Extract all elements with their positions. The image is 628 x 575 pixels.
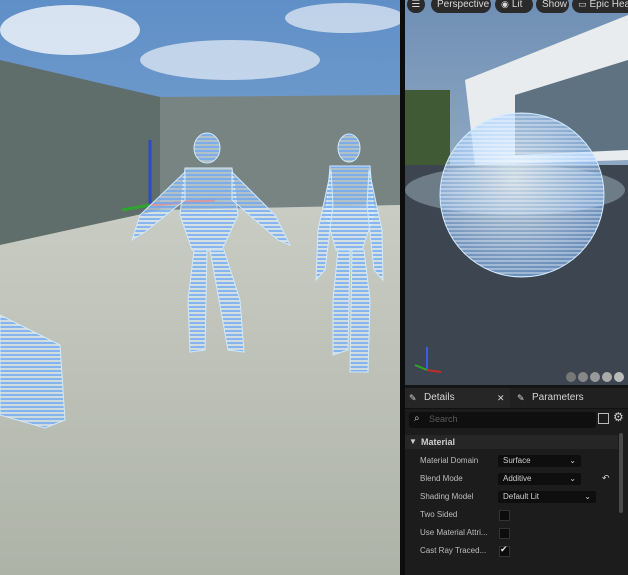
perspective-button[interactable]: Perspective <box>431 0 491 13</box>
preview-scene <box>405 0 628 385</box>
lit-button[interactable]: ◉ Lit <box>495 0 533 13</box>
close-icon[interactable]: ✕ <box>497 388 505 408</box>
material-editor-side-panel: ☰ Perspective ◉ Lit Show ▭ Epic Hea ✎ Deta… <box>405 0 628 575</box>
blend-mode-dropdown[interactable]: Additive ⌄ <box>498 473 581 485</box>
preview-mesh-button[interactable]: ▭ Epic Hea <box>572 0 628 13</box>
settings-gear-icon[interactable]: ⚙ <box>613 410 624 424</box>
cast-ray-traced-checkbox[interactable]: ✔ <box>499 544 510 557</box>
use-material-attributes-checkbox[interactable] <box>499 528 510 539</box>
property-use-material-attributes: Use Material Attri... <box>405 524 618 542</box>
show-button[interactable]: Show <box>536 0 569 13</box>
table-view-icon[interactable] <box>598 413 609 424</box>
chevron-down-icon: ⌄ <box>569 474 576 483</box>
search-icon: ⌕ <box>414 413 420 424</box>
hamburger-icon: ☰ <box>411 0 421 10</box>
chevron-down-icon: ⌄ <box>584 492 591 501</box>
cloud <box>140 40 320 80</box>
property-two-sided: Two Sided <box>405 506 618 524</box>
level-scene <box>0 0 400 575</box>
details-scrollbar[interactable] <box>619 433 623 513</box>
checkmark-icon: ✔ <box>500 544 508 554</box>
reset-to-default-icon[interactable]: ↶ <box>602 473 610 484</box>
property-blend-mode: Blend Mode Additive ⌄ ↶ <box>420 473 610 485</box>
property-shading-model: Shading Model Default Lit ⌄ <box>405 488 618 506</box>
lit-icon: ◉ <box>501 0 509 9</box>
monitor-icon: ▭ <box>578 0 587 9</box>
material-domain-dropdown[interactable]: Surface ⌄ <box>498 455 581 467</box>
details-tab-bar: ✎ Details ✕ ✎ Parameters <box>405 388 628 409</box>
shading-model-dropdown[interactable]: Default Lit ⌄ <box>498 491 596 503</box>
preview-tree <box>405 90 450 165</box>
level-viewport[interactable] <box>0 0 400 575</box>
chevron-down-icon: ⌄ <box>569 456 576 465</box>
material-preview-viewport[interactable]: ☰ Perspective ◉ Lit Show ▭ Epic Hea <box>405 0 628 385</box>
cloud <box>285 3 400 33</box>
tab-parameters[interactable]: ✎ Parameters <box>513 388 628 408</box>
property-cast-ray-traced-shadows: Cast Ray Traced... ✔ <box>405 542 618 560</box>
details-search-input[interactable]: ⌕ Search <box>409 412 596 428</box>
property-material-domain: Material Domain Surface ⌄ <box>405 452 618 470</box>
pencil-icon: ✎ <box>409 393 417 403</box>
cloud <box>0 5 140 55</box>
details-panel: ✎ Details ✕ ✎ Parameters ⌕ Search ⚙ ▼ Ma… <box>405 388 628 575</box>
preview-sphere-stripes <box>440 113 604 277</box>
two-sided-checkbox[interactable] <box>499 510 510 521</box>
pencil-icon: ✎ <box>517 393 525 403</box>
category-material[interactable]: ▼ Material <box>405 435 618 449</box>
collapse-arrow-icon: ▼ <box>409 437 417 446</box>
tab-details[interactable]: ✎ Details ✕ <box>405 388 510 408</box>
